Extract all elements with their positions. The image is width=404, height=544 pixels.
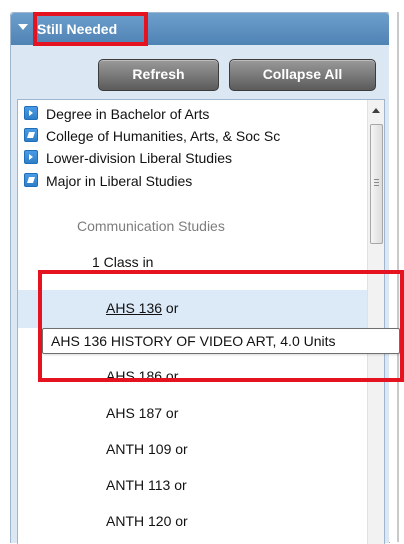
grip-line: [374, 179, 379, 180]
course-suffix: or: [162, 405, 179, 421]
collapse-all-button[interactable]: Collapse All: [229, 59, 376, 91]
grip-line: [374, 182, 379, 183]
refresh-button[interactable]: Refresh: [98, 59, 219, 91]
scroll-up-arrow-icon[interactable]: [372, 108, 380, 113]
tree-item-label: Degree in Bachelor of Arts: [46, 106, 210, 122]
course-item: AHS 136 or: [106, 300, 178, 316]
course-suffix: or: [170, 477, 187, 493]
course-row-ahs-187[interactable]: AHS 187 or: [18, 395, 368, 433]
course-suffix: or: [162, 368, 179, 384]
panel-header[interactable]: Still Needed: [11, 13, 389, 45]
course-code: AHS 187: [106, 405, 163, 421]
tree-scrollbar[interactable]: [367, 100, 384, 544]
requirements-tree: Degree in Bachelor of Arts College of Hu…: [17, 99, 385, 544]
course-code: ANTH 113: [106, 477, 171, 493]
tree-item-lower-division[interactable]: Lower-division Liberal Studies: [24, 150, 232, 166]
tooltip-text: AHS 136 HISTORY OF VIDEO ART, 4.0 Units: [51, 333, 336, 349]
course-item: AHS 186 or: [106, 368, 178, 384]
course-code: ANTH 120: [106, 513, 172, 529]
course-row-anth-109[interactable]: ANTH 109 or: [18, 431, 368, 469]
expand-icon[interactable]: [24, 150, 38, 164]
course-item: ANTH 120 or: [106, 513, 188, 529]
grip-line: [374, 185, 379, 186]
tree-item-college[interactable]: College of Humanities, Arts, & Soc Sc: [24, 128, 280, 144]
still-needed-panel: Still Needed Refresh Collapse All Degree…: [10, 12, 390, 544]
window-divider: [397, 12, 399, 542]
scroll-thumb[interactable]: [370, 124, 383, 244]
tree-item-label: College of Humanities, Arts, & Soc Sc: [46, 128, 281, 144]
course-tooltip: AHS 136 HISTORY OF VIDEO ART, 4.0 Units: [42, 328, 400, 354]
course-code: AHS 186: [106, 368, 163, 384]
course-code: ANTH 109: [106, 441, 172, 457]
course-link-ahs-136[interactable]: AHS 136: [106, 300, 162, 316]
panel-title: Still Needed: [37, 21, 118, 37]
course-row-anth-120[interactable]: ANTH 120 or: [18, 503, 368, 541]
collapse-panel-icon[interactable]: [18, 24, 28, 30]
requirement-label: 1 Class in: [92, 254, 154, 270]
tree-item-major[interactable]: Major in Liberal Studies: [24, 173, 192, 189]
course-item: ANTH 113 or: [106, 477, 187, 493]
expand-icon[interactable]: [24, 106, 38, 120]
course-row-anth-113[interactable]: ANTH 113 or: [18, 467, 368, 505]
course-suffix: or: [171, 513, 188, 529]
tree-item-degree[interactable]: Degree in Bachelor of Arts: [24, 106, 209, 122]
course-item: AHS 187 or: [106, 405, 178, 421]
course-item: ANTH 109 or: [106, 441, 188, 457]
collapse-icon[interactable]: [24, 128, 38, 142]
section-communication-studies: Communication Studies: [77, 218, 225, 234]
collapse-icon[interactable]: [24, 173, 38, 187]
course-suffix: or: [162, 300, 179, 316]
course-row-ahs-136[interactable]: AHS 136 or: [18, 290, 368, 328]
tree-item-label: Lower-division Liberal Studies: [46, 150, 232, 166]
course-suffix: or: [171, 441, 188, 457]
tree-item-label: Major in Liberal Studies: [46, 173, 193, 189]
